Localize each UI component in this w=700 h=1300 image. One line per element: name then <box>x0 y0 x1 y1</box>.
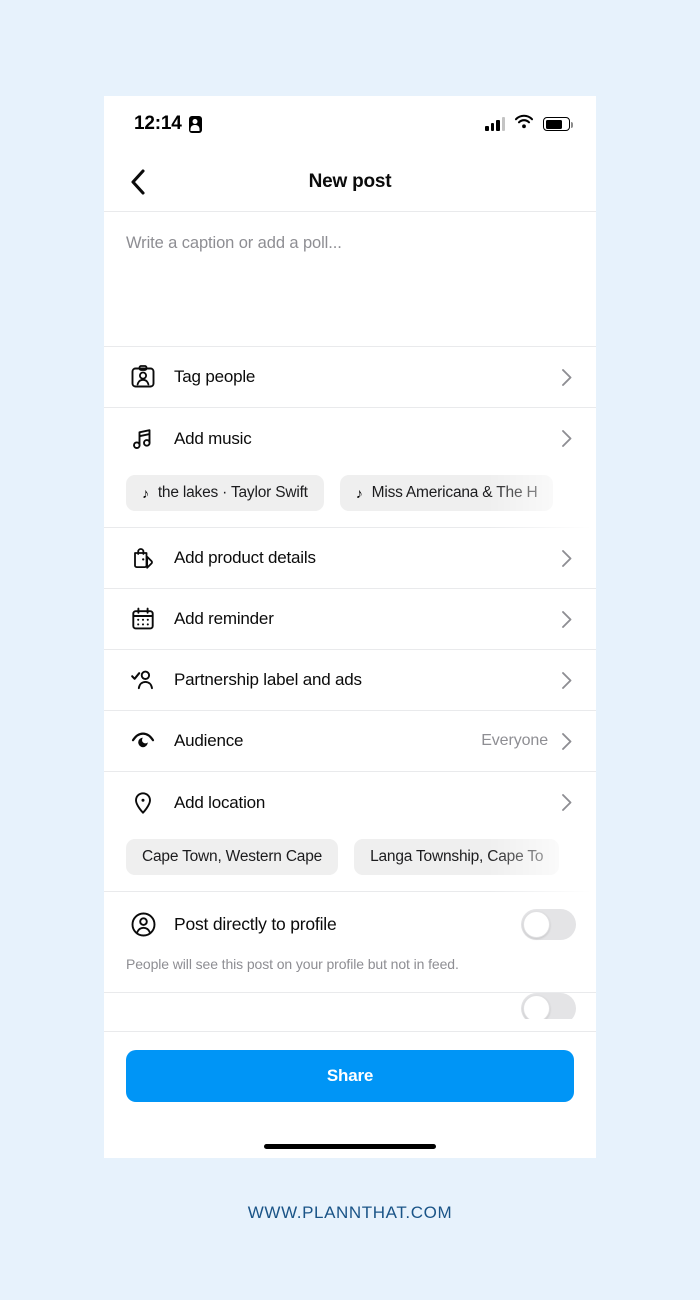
row-label: Add location <box>174 792 266 812</box>
home-indicator <box>264 1143 436 1149</box>
audience-value: Everyone <box>481 732 548 749</box>
chevron-right-icon <box>558 671 576 689</box>
eye-icon <box>126 724 160 758</box>
row-label: Partnership label and ads <box>174 670 362 689</box>
chevron-right-icon <box>558 430 576 448</box>
row-partnership-label-and-ads[interactable]: Partnership label and ads <box>104 650 596 711</box>
back-button[interactable] <box>118 162 158 202</box>
location-pin-icon <box>126 786 160 820</box>
music-note-icon: ♪ <box>142 485 149 501</box>
status-bar-left: 12:14 <box>134 113 202 135</box>
location-chip[interactable]: Cape Town, Western Cape <box>126 839 339 875</box>
share-button[interactable]: Share <box>126 1049 574 1102</box>
status-bar-right <box>485 114 573 134</box>
tag-people-icon <box>126 360 160 394</box>
toggle-label: Post directly to profile <box>174 913 337 934</box>
row-label: Audience <box>174 731 244 750</box>
battery-icon <box>543 117 573 131</box>
row-audience[interactable]: Audience Everyone <box>104 711 596 772</box>
id-card-icon <box>188 115 202 133</box>
status-bar: 12:14 <box>104 96 596 152</box>
footer-watermark: WWW.PLANNTHAT.COM <box>247 1203 453 1222</box>
partial-toggle[interactable] <box>521 993 576 1019</box>
chevron-right-icon <box>558 368 576 386</box>
row-label: Tag people <box>174 367 256 386</box>
chevron-right-icon <box>558 794 576 812</box>
row-add-product-details[interactable]: Add product details <box>104 528 596 589</box>
caption-placeholder: Write a caption or add a poll... <box>126 234 342 252</box>
post-to-profile-toggle[interactable] <box>521 908 576 940</box>
bottom-action-bar: Share <box>104 1030 596 1158</box>
row-add-music[interactable]: Add music <box>104 408 596 469</box>
row-label: Add reminder <box>174 609 274 628</box>
location-chip-label: Cape Town, Western Cape <box>142 848 323 865</box>
profile-circle-icon <box>126 907 160 941</box>
music-note-icon <box>126 422 160 456</box>
row-add-reminder[interactable]: Add reminder <box>104 589 596 650</box>
toggle-knob <box>523 995 550 1019</box>
chevron-left-icon <box>131 168 145 195</box>
location-chip-label: Langa Township, Cape To <box>370 848 544 865</box>
row-partially-visible[interactable] <box>104 993 596 1019</box>
music-chip-label: Miss Americana & The H <box>371 484 538 501</box>
chevron-right-icon <box>558 610 576 628</box>
location-suggestions[interactable]: Cape Town, Western Cape Langa Township, … <box>104 833 596 892</box>
chevron-right-icon <box>558 732 576 750</box>
music-note-icon: ♪ <box>355 485 363 501</box>
row-label: Add music <box>174 428 252 448</box>
person-check-icon <box>126 663 160 697</box>
location-chip[interactable]: Langa Township, Cape To <box>354 839 560 875</box>
music-chip[interactable]: ♪ Miss Americana & The H <box>339 475 554 511</box>
music-chip[interactable]: ♪ the lakes · Taylor Swift <box>126 475 324 511</box>
row-label: Add product details <box>174 548 316 567</box>
page-title: New post <box>308 170 392 192</box>
calendar-icon <box>126 602 160 636</box>
toggle-knob <box>523 910 550 938</box>
status-time: 12:14 <box>134 113 182 134</box>
cellular-signal-icon <box>485 117 505 131</box>
wifi-icon <box>514 114 534 134</box>
screenshot-root: 12:14 New post Write a caption or add a … <box>0 0 700 1300</box>
phone-frame: 12:14 New post Write a caption or add a … <box>104 96 596 1158</box>
post-to-profile-section: Post directly to profile People will see… <box>104 892 596 993</box>
nav-bar: New post <box>104 152 596 212</box>
music-suggestions[interactable]: ♪ the lakes · Taylor Swift ♪ Miss Americ… <box>104 469 596 528</box>
row-tag-people[interactable]: Tag people <box>104 347 596 408</box>
row-add-location[interactable]: Add location <box>104 772 596 833</box>
options-list: Tag people Add music ♪ the lakes · Taylo… <box>104 346 596 1019</box>
shopping-bag-tag-icon <box>126 541 160 575</box>
caption-input[interactable]: Write a caption or add a poll... <box>104 212 596 346</box>
chevron-right-icon <box>558 549 576 567</box>
music-chip-label: the lakes · Taylor Swift <box>157 484 308 501</box>
toggle-help-text: People will see this post on your profil… <box>126 956 459 972</box>
row-post-directly-to-profile[interactable]: Post directly to profile <box>104 892 596 956</box>
